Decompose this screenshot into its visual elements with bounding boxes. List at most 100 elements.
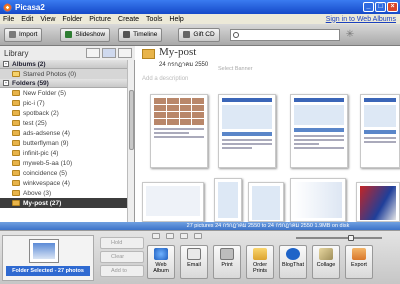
email-label: Email	[187, 262, 201, 268]
sidebar-folder-item[interactable]: ads-adsense (4)	[0, 128, 134, 138]
photo-thumbnail[interactable]	[360, 94, 400, 168]
blogthat-button[interactable]: BlogThat	[279, 245, 307, 279]
album-select-note: Select Banner	[218, 66, 253, 72]
order-prints-button[interactable]: Order Prints	[246, 245, 274, 279]
photo-thumbnail[interactable]	[290, 178, 346, 222]
menu-folder[interactable]: Folder	[62, 16, 82, 23]
maximize-button[interactable]: □	[375, 2, 386, 12]
clear-button[interactable]: Clear	[100, 251, 144, 263]
menu-help[interactable]: Help	[169, 16, 183, 23]
blogthat-label: BlogThat	[281, 262, 304, 268]
sidebar-folder-item[interactable]: winkvespace (4)	[0, 178, 134, 188]
collage-label: Collage	[316, 262, 336, 268]
sidebar-folder-item[interactable]: infinit-pic (4)	[0, 148, 134, 158]
folders-group-header[interactable]: - Folders (59)	[0, 79, 134, 88]
selection-tray[interactable]: Folder Selected - 27 photos	[2, 235, 94, 281]
slideshow-button[interactable]: Slideshow	[60, 27, 111, 42]
sidebar-item-label: butterflyman (9)	[23, 139, 69, 147]
photo-thumbnail[interactable]	[214, 178, 242, 222]
sidebar-folder-item[interactable]: test (25)	[0, 118, 134, 128]
menu-edit[interactable]: Edit	[21, 16, 33, 23]
photo-thumbnail[interactable]	[218, 94, 276, 168]
order-prints-icon	[253, 248, 267, 260]
thumbnail-size-slider[interactable]	[296, 235, 382, 241]
collage-icon	[319, 248, 333, 260]
menu-file[interactable]: File	[3, 16, 14, 23]
gift-cd-button[interactable]: Gift CD	[178, 27, 220, 42]
printer-icon	[220, 248, 234, 260]
photo-thumbnail[interactable]	[290, 94, 348, 168]
tag-icon[interactable]	[194, 233, 202, 239]
sidebar-item-starred[interactable]: Starred Photos (0)	[0, 69, 134, 79]
star-toggle-icon[interactable]	[180, 233, 188, 239]
sidebar-folder-item-selected[interactable]: My-post (27)	[0, 198, 134, 208]
scrollbar-thumb[interactable]	[129, 90, 134, 150]
star-icon[interactable]: ✳	[346, 29, 354, 40]
search-input[interactable]	[229, 28, 340, 41]
add-to-button[interactable]: Add to	[100, 265, 144, 277]
close-button[interactable]: ×	[387, 2, 398, 12]
slider-knob[interactable]	[348, 235, 354, 241]
timeline-button[interactable]: Timeline	[118, 27, 163, 42]
album-date: 24 กรกฎาคม 2550	[159, 62, 209, 68]
sidebar-folder-item[interactable]: Above (3)	[0, 188, 134, 198]
menu-bar: File Edit View Folder Picture Create Too…	[0, 14, 400, 24]
sidebar-folder-item[interactable]: myweb-5-aa (10)	[0, 158, 134, 168]
sidebar-folder-item[interactable]: spotback (2)	[0, 108, 134, 118]
sidebar-item-label: New Folder (5)	[23, 89, 66, 97]
web-album-button[interactable]: Web Album	[147, 245, 175, 279]
rotate-left-icon[interactable]	[152, 233, 160, 239]
folder-icon	[12, 180, 20, 186]
import-button[interactable]: Import	[4, 27, 43, 42]
sidebar-folder-item[interactable]: butterflyman (9)	[0, 138, 134, 148]
tray-preview-thumbnail	[29, 239, 59, 263]
sidebar-folder-item[interactable]: coincidence (5)	[0, 168, 134, 178]
menu-tools[interactable]: Tools	[146, 16, 162, 23]
sidebar-item-label: ads-adsense (4)	[23, 129, 70, 137]
photo-thumbnail[interactable]	[356, 182, 400, 222]
view-list-button[interactable]	[102, 48, 116, 58]
folder-icon	[12, 160, 20, 166]
menu-view[interactable]: View	[40, 16, 55, 23]
star-folder-icon	[12, 71, 20, 77]
print-button[interactable]: Print	[213, 245, 241, 279]
sidebar-folder-item[interactable]: New Folder (5)	[0, 88, 134, 98]
view-tree-button[interactable]	[118, 48, 132, 58]
sidebar-folder-item[interactable]: pic-i (7)	[0, 98, 134, 108]
web-album-label: Web Album	[153, 262, 169, 274]
sign-in-web-albums-link[interactable]: Sign in to Web Albums	[326, 16, 396, 23]
status-text: 27 pictures 24 กรกฎาคม 2550 to 24 กรกฎาค…	[186, 223, 350, 229]
folders-group-label: Folders (59)	[12, 79, 49, 87]
slideshow-icon	[65, 31, 73, 38]
folder-icon	[12, 110, 20, 116]
hold-button[interactable]: Hold	[100, 237, 144, 249]
view-add-button[interactable]	[86, 48, 100, 58]
email-button[interactable]: Email	[180, 245, 208, 279]
albums-group-header[interactable]: - Albums (2)	[0, 60, 134, 69]
photo-thumbnail[interactable]	[150, 94, 208, 168]
sidebar-item-label: Starred Photos (0)	[23, 70, 77, 78]
picasa-app-icon	[3, 2, 12, 12]
album-title[interactable]: My-post	[159, 46, 196, 58]
blogthat-icon	[286, 248, 300, 260]
album-description-field[interactable]: Add a description	[142, 76, 188, 82]
collapse-toggle-icon[interactable]: -	[3, 80, 9, 86]
sidebar-scrollbar[interactable]	[127, 60, 134, 222]
photo-content-area: My-post 24 กรกฎาคม 2550 Select Banner Ad…	[136, 46, 400, 222]
collapse-toggle-icon[interactable]: -	[3, 61, 9, 67]
menu-picture[interactable]: Picture	[89, 16, 111, 23]
menu-create[interactable]: Create	[118, 16, 139, 23]
window-title-bar: Picasa2 _ □ ×	[0, 0, 400, 14]
sidebar-item-label: pic-i (7)	[23, 99, 45, 107]
import-label: Import	[19, 31, 38, 38]
photo-tray-panel: Folder Selected - 27 photos Hold Clear A…	[0, 230, 400, 284]
albums-group-label: Albums (2)	[12, 60, 46, 68]
minimize-button[interactable]: _	[363, 2, 374, 12]
collage-button[interactable]: Collage	[312, 245, 340, 279]
library-sidebar: - Albums (2) Starred Photos (0) - Folder…	[0, 60, 135, 222]
rotate-right-icon[interactable]	[166, 233, 174, 239]
photo-thumbnail[interactable]	[248, 182, 284, 222]
folder-icon	[12, 190, 20, 196]
export-button[interactable]: Export	[345, 245, 373, 279]
photo-thumbnail[interactable]	[142, 182, 204, 222]
